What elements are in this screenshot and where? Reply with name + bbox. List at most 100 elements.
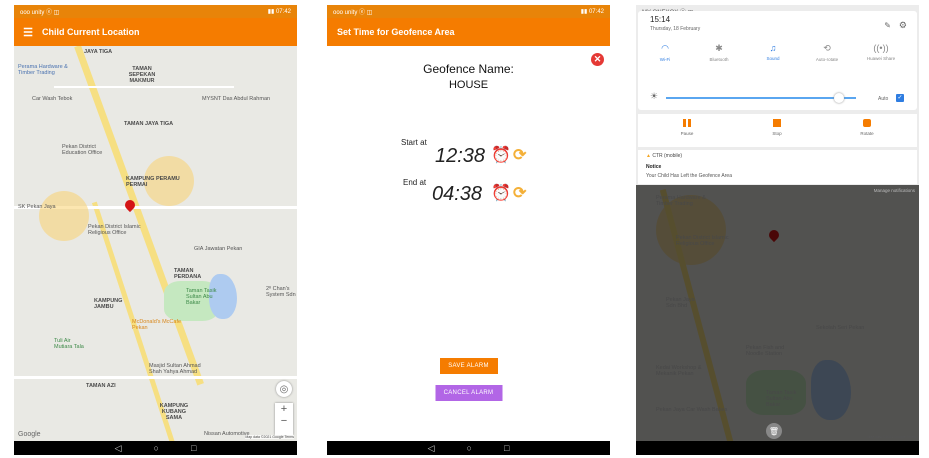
map-label: JAYA TIGA [84, 49, 113, 55]
end-label: End at [403, 178, 427, 187]
map-label: Taman Tasik Sultan Abu Bakar [186, 288, 217, 307]
map-label: MYSNT Das Abdul Rahman [202, 96, 271, 102]
status-left: ooo unity ⓔ ◫ [333, 10, 373, 16]
media-label: Rotate [860, 131, 874, 136]
media-label: Pause [680, 131, 694, 136]
quick-settings-panel: 15:14 Thursday, 18 February ✎ ⚙ ◠ Wi-Fi … [638, 11, 917, 110]
map-label: Pekan Fish and Noodle Station [746, 345, 785, 358]
sync-icon[interactable]: ⟳ [513, 145, 526, 165]
map-label: KAMPUNG JAMBU [94, 298, 123, 311]
set-time-content: ✕ Geofence Name: HOUSE Start at 12:38 ⏰ … [327, 46, 610, 441]
map-label: Taman Tasik Sultan Abu Bakar [766, 390, 797, 409]
toggle-label: Huawei Share [866, 56, 896, 61]
auto-brightness-checkbox[interactable]: ✓ [896, 94, 904, 102]
end-time[interactable]: 04:38 [432, 183, 482, 206]
pause-icon [683, 119, 691, 127]
map-label: Pekan Jaya Car Wash Bakes [656, 407, 728, 413]
back-icon[interactable]: ◁ [115, 443, 122, 454]
hamburger-menu-icon[interactable]: ☰ [14, 26, 42, 39]
status-bar: ooo unity ⓔ ◫ ▮▮ 07:42 [327, 5, 610, 18]
home-icon[interactable]: ○ [467, 443, 472, 453]
map-label: Nissan Automotive [204, 431, 250, 437]
zoom-out-button[interactable]: − [281, 415, 287, 427]
auto-rotate-toggle[interactable]: ⟲ Auto-rotate [807, 43, 847, 62]
map-label: Perama Hardware & Timber Trading [18, 64, 68, 77]
stop-button[interactable]: Stop [752, 119, 802, 136]
notification-shade: MY ONEXOX ⓔ ◫ 15:14 Thursday, 18 Februar… [636, 5, 919, 185]
road [54, 86, 234, 88]
brightness-slider[interactable] [666, 97, 856, 99]
phone-notification: MY ONEXOX ⓔ ◫ 15:14 Thursday, 18 Februar… [636, 5, 919, 455]
save-alarm-button[interactable]: SAVE ALARM [439, 358, 498, 374]
map-label: McDonald's McCafe Pekan [132, 319, 182, 332]
brightness-slider-handle[interactable] [834, 93, 844, 103]
phone-set-time: ooo unity ⓔ ◫ ▮▮ 07:42 Set Time for Geof… [327, 5, 610, 455]
toggle-label: Wi-Fi [659, 57, 671, 62]
recents-icon[interactable]: □ [504, 443, 509, 453]
map-copyright[interactable]: Map data ©2021 Google Terms [245, 435, 294, 439]
map-label: Tuli Air Mutiara Tala [54, 338, 84, 351]
map-label: GIA Jawatan Pekan [194, 246, 243, 252]
bell-icon: ♫ [769, 43, 777, 53]
notification-app-label: CTR (mobile) [652, 153, 683, 159]
zoom-control: + − [275, 403, 293, 435]
geofence-name-label: Geofence Name: [423, 62, 514, 76]
notification-card[interactable]: ▲ CTR (mobile) Notice Your Child Has Lef… [638, 150, 917, 184]
nav-bar: ◁ ○ □ [14, 441, 297, 455]
brightness-icon: ☀ [650, 91, 659, 101]
notification-message: Your Child Has Left the Geofence Area [646, 173, 732, 179]
cancel-alarm-button[interactable]: CANCEL ALARM [435, 385, 502, 401]
geofence-circle [39, 191, 89, 241]
alarm-clock-icon[interactable]: ⏰ [491, 183, 511, 203]
map-label: SK Pekan Jaya [18, 204, 56, 210]
toggle-label: Sound [766, 56, 780, 61]
clear-notifications-trash-icon[interactable]: 🗑 [766, 423, 782, 439]
manage-notifications-link[interactable]: Manage notifications [874, 188, 915, 193]
map-label: Kedai Workshop & Mekanik Pekan [656, 365, 702, 378]
map-label: Masjid Sultan Ahmad Shah Yahya Ahmad [149, 363, 201, 376]
rotate-button[interactable]: Rotate [842, 119, 892, 136]
rotate-icon: ⟲ [823, 43, 831, 53]
map-label: TAMAN JAYA TIGA [124, 121, 174, 127]
warning-icon: ▲ [646, 153, 651, 159]
alarm-clock-icon[interactable]: ⏰ [491, 145, 511, 165]
child-location-pin-icon [766, 227, 782, 243]
home-icon[interactable]: ○ [154, 443, 159, 453]
my-location-icon[interactable]: ◎ [276, 381, 292, 397]
map-label: TAMAN SEPEKAN MAKMUR [128, 66, 156, 85]
pause-button[interactable]: Pause [662, 119, 712, 136]
media-label: Stop [772, 131, 782, 136]
lake [811, 360, 851, 420]
auto-brightness-label: Auto [878, 96, 889, 102]
bluetooth-icon: ✱ [715, 43, 723, 53]
clock: 15:14 [650, 15, 671, 24]
share-icon: ((•)) [873, 43, 889, 53]
google-logo: Google [18, 431, 41, 438]
sound-toggle[interactable]: ♫ Sound [753, 43, 793, 61]
settings-gear-icon[interactable]: ⚙ [899, 20, 907, 31]
page-title: Child Current Location [42, 27, 140, 37]
map-label: Pekan District Education Office [62, 144, 103, 157]
rotate-camera-icon [863, 119, 871, 127]
map-label: Perama Hardware & Timber Trading [656, 195, 706, 208]
map-label: Pekan District Islamic Religious Office [676, 235, 729, 248]
map-view[interactable]: JAYA TIGA Perama Hardware & Timber Tradi… [14, 46, 297, 441]
notification-app-name: ▲ CTR (mobile) [646, 153, 682, 159]
map-copyright: Map data ©2021 Google Terms [867, 435, 916, 439]
zoom-in-button[interactable]: + [281, 403, 287, 415]
bluetooth-toggle[interactable]: ✱ Bluetooth [699, 43, 739, 62]
start-label: Start at [401, 138, 427, 147]
start-time[interactable]: 12:38 [435, 145, 485, 168]
edit-icon[interactable]: ✎ [884, 21, 891, 30]
recents-icon[interactable]: □ [191, 443, 196, 453]
map-label: TAMAN AZI [86, 383, 116, 389]
wifi-toggle[interactable]: ◠ Wi-Fi [645, 43, 685, 62]
notification-title: Notice [646, 164, 662, 170]
page-title: Set Time for Geofence Area [337, 27, 455, 37]
status-right: ▮▮ 07:42 [267, 9, 291, 15]
app-bar: ☰ Child Current Location [14, 18, 297, 46]
back-icon[interactable]: ◁ [428, 443, 435, 454]
sync-icon[interactable]: ⟳ [513, 183, 526, 203]
status-bar: ooo unity ⓔ ◫ ▮▮ 07:42 [14, 5, 297, 18]
huawei-share-toggle[interactable]: ((•)) Huawei Share [861, 43, 901, 61]
